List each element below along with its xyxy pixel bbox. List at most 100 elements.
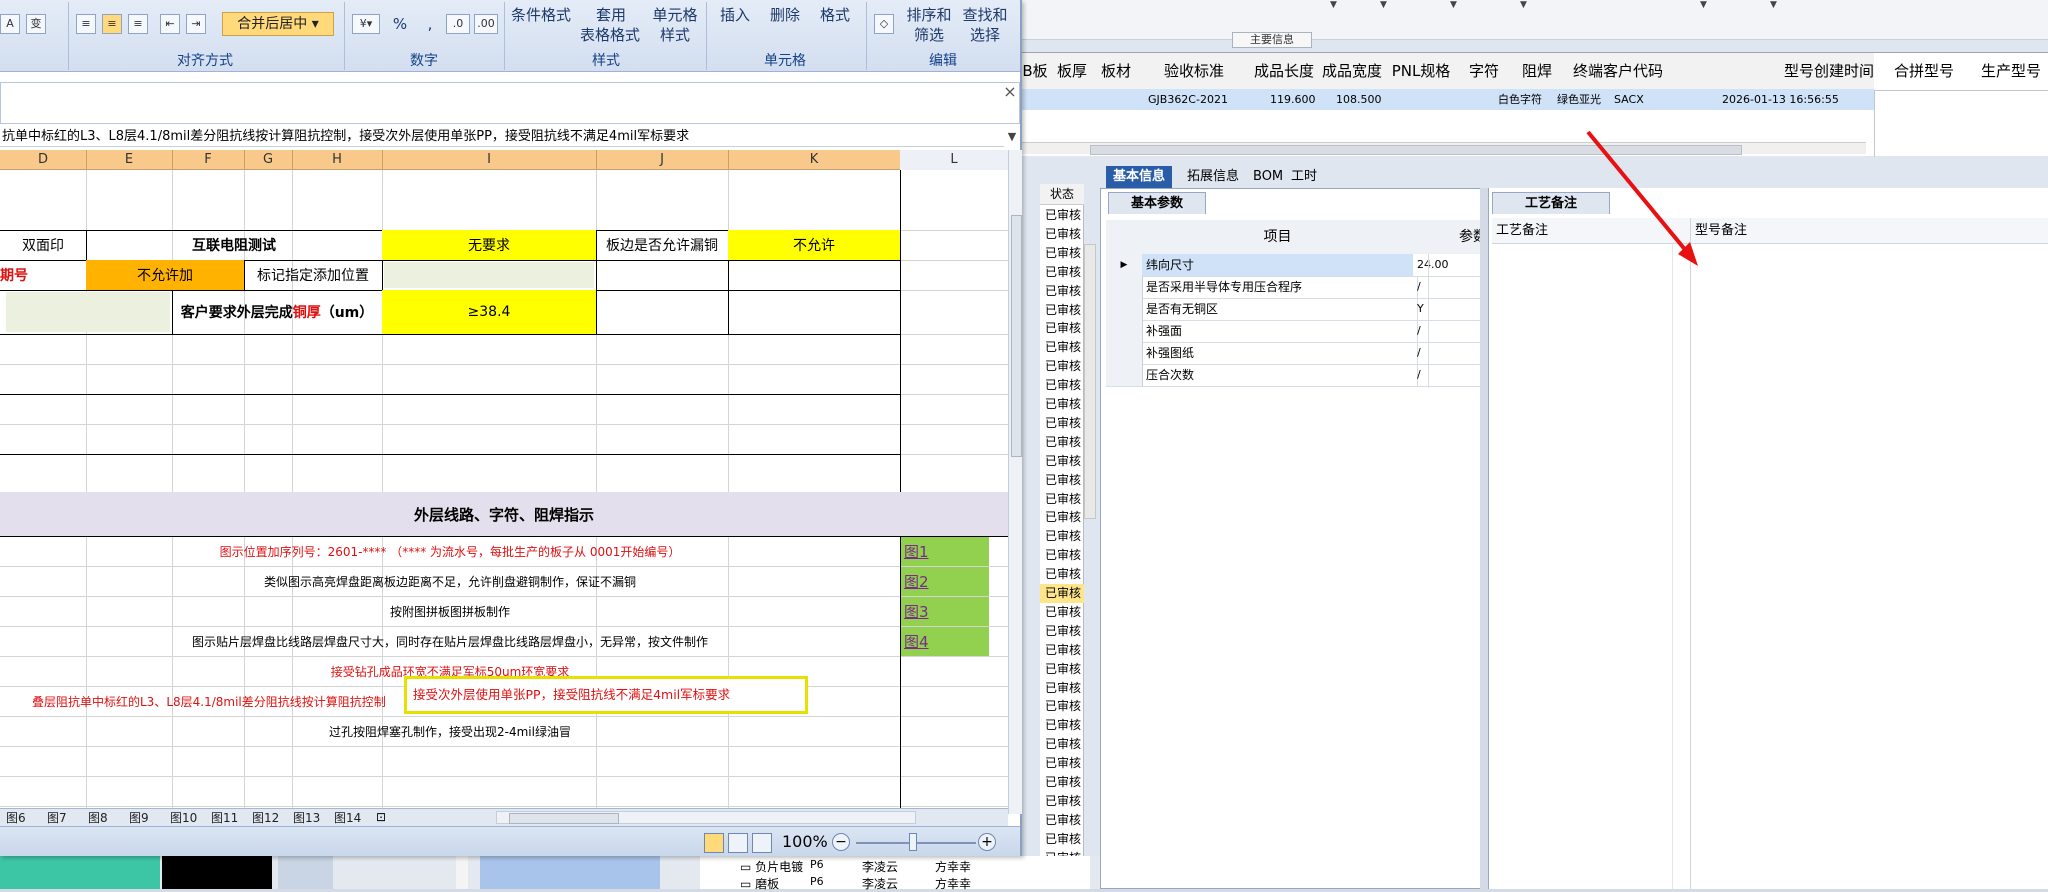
worksheet[interactable]: 双面印 互联电阻测试 无要求 板边是否允许漏铜 不允许 期号 不允许加 标记指定… [0,170,1008,816]
find-select-button-line2[interactable]: 选择 [958,26,1012,44]
figure-link[interactable]: 图1 [901,537,989,566]
grid-header[interactable]: 成品长度 [1250,53,1319,91]
instruction-cell[interactable]: 图示位置加序列号：2601-**** （**** 为流水号，每批生产的板子从 0… [0,536,900,566]
column-header[interactable]: G [244,150,293,170]
status-cell[interactable]: 已审核 [1045,773,1081,792]
align-center-icon[interactable]: ≡ [102,14,122,34]
status-cell[interactable]: 已审核 [1045,508,1081,527]
dropdown-arrow-icon[interactable]: ▼ [1330,0,1337,10]
splitter[interactable] [1020,158,2048,166]
status-cell[interactable]: 已审核 [1045,433,1081,452]
sheet-tab[interactable]: 图13 [293,810,320,826]
dropdown-arrow-icon[interactable]: ▼ [1770,0,1777,10]
status-header[interactable]: 状态 [1040,184,1084,205]
tab-basic-info[interactable]: 基本信息 [1106,166,1173,188]
scroll-thumb[interactable] [1090,145,1742,155]
decrease-decimal-icon[interactable]: .00 [474,14,498,34]
cell-copper-value[interactable]: ≥38.4 [382,290,596,334]
close-icon[interactable]: × [1002,84,1018,100]
notes-header-model[interactable]: 型号备注 [1690,218,2048,244]
status-cell[interactable]: 已审核 [1045,206,1081,225]
table-row[interactable]: GJB362C-2021 119.600 108.500 白色字符 绿色亚光 S… [1020,89,1874,110]
status-cell[interactable]: 已审核 [1045,565,1081,584]
status-cell[interactable]: 已审核 [1045,660,1081,679]
status-cell[interactable]: 已审核 [1045,282,1081,301]
dropdown-arrow-icon[interactable]: ▼ [1520,0,1527,10]
cell-cycle-no[interactable]: 期号 [0,260,30,290]
cell-no-requirement[interactable]: 无要求 [382,230,596,260]
font-dropdown-icon[interactable]: 变 [26,14,46,34]
currency-icon[interactable]: ¥▾ [352,14,380,34]
column-header[interactable]: K [728,150,901,170]
status-cell[interactable]: 已审核 [1045,527,1081,546]
notes-header-process[interactable]: 工艺备注 [1492,218,1692,244]
tab-extended-info[interactable]: 拓展信息 [1180,166,1246,188]
status-cell[interactable]: 已审核 [1045,319,1081,338]
status-cell[interactable]: 已审核 [1045,830,1081,849]
font-color-icon[interactable]: A [0,14,20,34]
status-cell[interactable]: 已审核 [1045,735,1081,754]
vertical-scrollbar[interactable] [1008,150,1022,814]
status-cell[interactable]: 已审核 [1045,357,1081,376]
grid-header[interactable]: 终端客户代码 [1562,53,1675,91]
scroll-thumb[interactable] [509,813,619,824]
param-header-item[interactable]: 项目 [1142,220,1414,255]
grid-header[interactable]: 板材 [1094,53,1139,91]
align-left-icon[interactable]: ≡ [76,14,96,34]
cell-edge-copper-question[interactable]: 板边是否允许漏铜 [596,230,728,260]
grid-header[interactable]: 验收标准 [1138,53,1251,91]
status-cell[interactable]: 已审核 [1045,603,1081,622]
formula-text[interactable]: 抗单中标红的L3、L8层4.1/8mil差分阻抗线按计算阻抗控制，接受次外层使用… [0,127,1004,147]
cell-style-button[interactable]: 单元格 [650,6,700,24]
column-header[interactable]: I [382,150,597,170]
conditional-format-button[interactable]: 条件格式 [508,6,574,24]
sheet-tab[interactable]: 图10 [170,810,197,826]
insert-sheet-icon[interactable]: ⊡ [376,810,386,824]
status-cell[interactable]: 已审核 [1040,584,1084,603]
zoom-slider-thumb[interactable] [909,833,917,851]
sheet-tab[interactable]: 图12 [252,810,279,826]
clear-icon[interactable]: ◇ [874,14,894,34]
status-cell[interactable]: 已审核 [1045,301,1081,320]
grid-header[interactable]: 合拼型号 [1874,53,1975,91]
sort-filter-button[interactable]: 排序和 [904,6,954,24]
tab-work-hours[interactable]: 工时 [1284,166,1324,188]
column-header[interactable]: E [86,150,173,170]
decrease-indent-icon[interactable]: ⇤ [160,14,180,34]
format-button[interactable]: 格式 [812,6,858,24]
sheet-tab[interactable]: 图7 [47,810,67,826]
column-header[interactable]: L [900,150,1009,170]
formula-bar-area[interactable] [0,82,1020,124]
status-cell[interactable]: 已审核 [1045,546,1081,565]
instruction-cell[interactable]: 按附图拼板图拼板制作 [0,596,900,626]
status-cell[interactable]: 已审核 [1045,811,1081,830]
zoom-in-icon[interactable]: + [978,833,996,851]
horizontal-scrollbar[interactable] [496,811,916,824]
normal-view-icon[interactable] [704,833,724,853]
status-cell[interactable]: 已审核 [1045,452,1081,471]
sheet-tab[interactable]: 图14 [334,810,361,826]
status-cell[interactable]: 已审核 [1045,641,1081,660]
cell-no-add[interactable]: 不允许加 [86,260,244,290]
zoom-level[interactable]: 100% [782,833,830,851]
instruction-cell[interactable]: 类似图示高亮焊盘距离板边距离不足，允许削盘避铜制作，保证不漏铜 [0,566,900,596]
grid-header[interactable]: 型号创建时间 [1674,53,1881,91]
status-cell[interactable]: 已审核 [1045,490,1081,509]
sheet-tab[interactable]: 图11 [211,810,238,826]
align-right-icon[interactable]: ≡ [128,14,148,34]
cell-style-button-line2[interactable]: 样式 [650,26,700,44]
cell-empty-green[interactable] [6,292,170,332]
status-cell[interactable]: 已审核 [1045,471,1081,490]
section-title[interactable]: 外层线路、字符、阻焊指示 [0,492,1008,536]
status-scrollbar[interactable] [1084,244,1096,519]
cell-double-print[interactable]: 双面印 [0,230,86,260]
status-cell[interactable]: 已审核 [1045,244,1081,263]
tab-process-notes[interactable]: 工艺备注 [1492,192,1610,214]
cell-interconnect-test[interactable]: 互联电阻测试 [86,230,382,260]
comma-button[interactable]: , [420,15,440,33]
dropdown-arrow-icon[interactable]: ▼ [1700,0,1707,10]
column-header[interactable]: J [596,150,729,170]
grid-horizontal-scrollbar[interactable] [1020,142,1866,155]
sheet-tab[interactable]: 图9 [129,810,149,826]
scroll-thumb[interactable] [1011,215,1022,457]
